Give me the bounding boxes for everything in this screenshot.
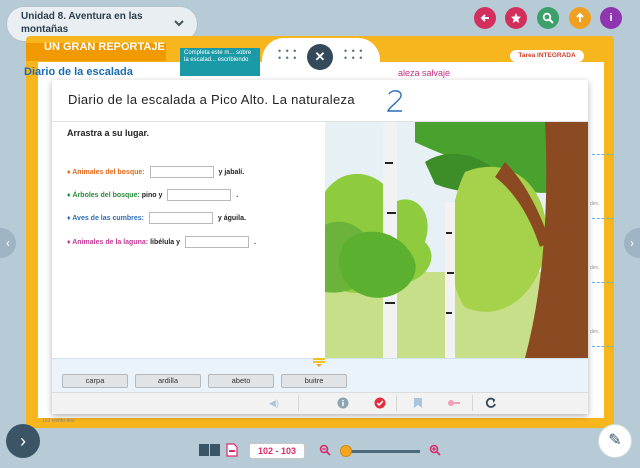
info-icon: i: [609, 12, 613, 24]
row-label: ♦ Árboles del bosque:: [67, 191, 140, 199]
next-page-side-button[interactable]: ›: [624, 228, 640, 258]
reset-button[interactable]: [483, 396, 499, 410]
row-after: .: [236, 191, 239, 199]
help-icon: [337, 397, 349, 409]
zoom-slider-handle[interactable]: [340, 445, 352, 457]
chevron-right-icon: ›: [20, 431, 26, 451]
audio-button[interactable]: ◀): [266, 396, 282, 410]
row-label: ♦ Animales de la laguna:: [67, 238, 149, 246]
divider: [472, 395, 473, 411]
drop-slot[interactable]: [167, 189, 232, 201]
drop-slot[interactable]: [148, 212, 213, 224]
zoom-in-icon[interactable]: [428, 444, 442, 458]
word-chip[interactable]: ardilla: [135, 374, 201, 388]
modal-title: Diario de la escalada a Pico Alto. La na…: [52, 80, 588, 122]
forest-illustration: [325, 122, 588, 358]
book-side-label: den.: [590, 265, 600, 271]
hint-button[interactable]: [335, 396, 351, 410]
drag-grip-icon[interactable]: • • • • • •: [344, 47, 363, 63]
back-arrow-icon: [480, 14, 489, 22]
book-teal-note: Completa este m... sobre la escalad... e…: [180, 48, 260, 76]
book-diario-heading: Diario de la escalada: [24, 66, 133, 78]
zoom-out-icon[interactable]: [318, 444, 332, 458]
book-footer: 102 ciento dos: [42, 418, 75, 424]
star-icon: [511, 13, 521, 23]
activity-toolbar: [52, 392, 588, 414]
chevron-down-icon: [171, 16, 187, 32]
modal-title-text: Diario de la escalada a Pico Alto. La na…: [68, 92, 355, 107]
check-circle-icon: [374, 397, 386, 409]
chevron-right-icon: ›: [630, 236, 634, 250]
key-button[interactable]: [446, 396, 462, 410]
key-icon: [448, 400, 460, 406]
back-button[interactable]: [474, 7, 496, 29]
solution-button[interactable]: [410, 396, 426, 410]
close-button[interactable]: ✕: [307, 44, 333, 70]
row-laguna-animales: ♦ Animales de la laguna: libélula y .: [67, 236, 256, 248]
row-label: ♦ Aves de las cumbres:: [67, 214, 144, 222]
bookmark-icon: [414, 398, 422, 408]
row-after: y jabalí.: [218, 168, 245, 176]
edit-button[interactable]: ✎: [598, 424, 632, 458]
book-side-label: den.: [590, 329, 600, 335]
check-button[interactable]: [372, 396, 388, 410]
reset-icon: [485, 397, 496, 408]
search-icon: [542, 12, 554, 24]
drawer-handle-icon[interactable]: [313, 358, 325, 368]
unit-title: Unidad 8. Aventura en las montañas: [21, 11, 143, 35]
zoom-slider[interactable]: [342, 450, 420, 453]
row-bosque-arboles: ♦ Árboles del bosque: pino y .: [67, 189, 238, 201]
activity-modal: Diario de la escalada a Pico Alto. La na…: [52, 80, 588, 414]
row-middle: libélula y: [150, 238, 181, 246]
next-page-button[interactable]: ›: [6, 424, 40, 458]
instruction-text: Arrastra a su lugar.: [67, 128, 150, 138]
divider: [396, 395, 397, 411]
speaker-icon: ◀): [269, 398, 279, 408]
row-bosque-animales: ♦ Animales del bosque: y jabalí.: [67, 166, 244, 178]
word-chip[interactable]: carpa: [62, 374, 128, 388]
swirl-icon: [386, 90, 402, 112]
upload-icon: [576, 12, 584, 22]
book-side-label: den.: [590, 201, 600, 207]
book-salvaje-heading: aleza salvaje: [398, 68, 451, 78]
double-page-icon[interactable]: [199, 443, 221, 457]
book-header: UN GRAN REPORTAJE: [44, 41, 165, 53]
drag-grip-icon[interactable]: • • • • • •: [278, 47, 297, 63]
pdf-icon[interactable]: [226, 443, 238, 457]
word-chip[interactable]: buitre: [281, 374, 347, 388]
drop-slot[interactable]: [149, 166, 214, 178]
chevron-left-icon: ‹: [6, 236, 10, 250]
prev-page-button[interactable]: ‹: [0, 228, 16, 258]
divider: [592, 218, 614, 219]
favorite-button[interactable]: [505, 7, 527, 29]
word-chip[interactable]: abeto: [208, 374, 274, 388]
book-tarea-badge: Tarea INTEGRADA: [510, 50, 584, 62]
divider: [592, 346, 614, 347]
search-button[interactable]: [537, 7, 559, 29]
drop-slot[interactable]: [185, 236, 249, 248]
divider: [592, 282, 614, 283]
info-button[interactable]: i: [600, 7, 622, 29]
divider: [298, 395, 299, 411]
close-icon: ✕: [314, 49, 326, 64]
divider: [592, 154, 614, 155]
row-aves-cumbres: ♦ Aves de las cumbres: y águila.: [67, 212, 246, 224]
row-label: ♦ Animales del bosque:: [67, 168, 145, 176]
pencil-icon: ✎: [608, 432, 622, 449]
upload-button[interactable]: [569, 7, 591, 29]
row-after: y águila.: [217, 214, 246, 222]
row-after: .: [253, 238, 256, 246]
page-indicator[interactable]: 102 - 103: [249, 443, 305, 459]
row-middle: pino y: [141, 191, 163, 199]
